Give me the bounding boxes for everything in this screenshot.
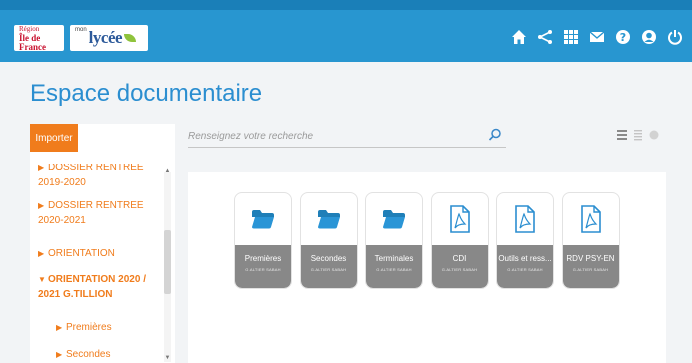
svg-text:?: ? <box>620 31 626 44</box>
grid-view-icon[interactable] <box>649 129 659 141</box>
document-name: Terminales <box>374 254 414 263</box>
search-icon[interactable] <box>488 128 502 142</box>
document-card-label: RDV PSY-EN G.ALTIER SABAH <box>562 245 619 288</box>
sidebar-scrollbar-thumb[interactable] <box>164 230 171 294</box>
document-author: G.ALTIER SABAH <box>245 267 281 272</box>
logos: Région Île de France mon lycée <box>14 25 148 51</box>
detail-view-icon[interactable] <box>633 129 643 141</box>
mail-icon[interactable] <box>588 26 606 48</box>
document-card[interactable]: RDV PSY-EN G.ALTIER SABAH <box>561 192 620 289</box>
search-input[interactable] <box>188 126 478 146</box>
folder-tree: ▶ DOSSIER RENTREE 2019-2020 ▶ DOSSIER RENT… <box>30 164 175 363</box>
scroll-up-icon[interactable]: ▲ <box>164 168 171 174</box>
leaf-icon <box>124 34 137 42</box>
tree-item-dossier-rentree-2020[interactable]: ▶ DOSSIER RENTREE 2020-2021 <box>38 198 158 228</box>
document-author: G.ALTIER SABAH <box>507 267 543 272</box>
document-author: G.ALTIER SABAH <box>310 267 347 272</box>
tree-item-dossier-rentree-2019[interactable]: ▶ DOSSIER RENTREE 2019-2020 <box>38 164 158 190</box>
document-name: Premières <box>244 254 282 263</box>
monlycee-logo-prefix: mon <box>75 27 87 33</box>
chevron-right-icon: ▶ <box>56 323 63 332</box>
chevron-right-icon: ▶ <box>56 350 63 359</box>
scroll-down-icon[interactable]: ▼ <box>164 355 171 361</box>
document-author: G.ALTIER SABAH <box>376 267 412 272</box>
document-name: Outils et ress... <box>498 254 552 263</box>
top-bar: Région Île de France mon lycée ? <box>0 0 692 62</box>
folder-icon <box>366 193 422 245</box>
chevron-down-icon: ▼ <box>38 275 46 284</box>
apps-grid-icon[interactable] <box>562 26 580 48</box>
document-card-label: CDI G.ALTIER SABAH <box>431 245 488 288</box>
document-card-label: Terminales G.ALTIER SABAH <box>366 245 422 288</box>
sidebar: Importer ▶ DOSSIER RENTREE 2019-2020 ▶ DOS… <box>30 124 175 363</box>
document-card-label: Premières G.ALTIER SABAH <box>235 245 291 288</box>
region-logo-line2: Île de France <box>19 32 46 52</box>
page-title: Espace documentaire <box>30 80 263 107</box>
document-author: G.ALTIER SABAH <box>441 267 478 272</box>
document-card[interactable]: Secondes G.ALTIER SABAH <box>299 192 358 289</box>
tree-item-label: DOSSIER RENTREE 2020-2021 <box>38 200 144 226</box>
document-author: G.ALTIER SABAH <box>572 267 609 272</box>
import-button[interactable]: Importer <box>30 124 78 152</box>
chevron-right-icon: ▶ <box>38 249 45 258</box>
tree-item-premieres[interactable]: ▶ Premières <box>56 320 175 335</box>
list-view-icon[interactable] <box>617 129 627 141</box>
pdf-file-icon <box>497 193 553 245</box>
tree-item-orientation-2020-2021[interactable]: ▼ ORIENTATION 2020 / 2021 G.TILLION <box>38 272 158 302</box>
share-icon[interactable] <box>536 26 554 48</box>
chevron-right-icon: ▶ <box>38 164 45 172</box>
tree-item-label: ORIENTATION 2020 / 2021 G.TILLION <box>38 274 146 300</box>
monlycee-logo-name: lycée <box>88 28 123 47</box>
tree-item-secondes[interactable]: ▶ Secondes <box>56 347 175 362</box>
document-name: RDV PSY-EN <box>566 254 615 263</box>
tree-item-orientation[interactable]: ▶ ORIENTATION <box>38 246 158 261</box>
view-mode-icons <box>617 129 659 141</box>
document-card[interactable]: Premières G.ALTIER SABAH <box>234 192 292 289</box>
document-name: CDI <box>452 254 467 263</box>
document-card-label: Secondes G.ALTIER SABAH <box>300 245 357 288</box>
search-bar <box>188 126 506 148</box>
document-card[interactable]: Outils et ress... G.ALTIER SABAH <box>496 192 554 289</box>
user-icon[interactable] <box>640 26 658 48</box>
header-icons: ? <box>510 26 684 48</box>
tree-item-label: Secondes <box>66 349 111 360</box>
tree-item-label: ORIENTATION <box>48 248 115 259</box>
home-icon[interactable] <box>510 26 528 48</box>
documents-panel: Premières G.ALTIER SABAH Secondes G.ALTIER … <box>188 172 666 363</box>
folder-icon <box>235 193 291 245</box>
document-name: Secondes <box>310 254 347 263</box>
monlycee-logo[interactable]: mon lycée <box>70 25 148 51</box>
tree-item-label: DOSSIER RENTREE 2019-2020 <box>38 164 144 188</box>
help-icon[interactable]: ? <box>614 26 632 48</box>
document-card[interactable]: CDI G.ALTIER SABAH <box>430 192 489 289</box>
document-card[interactable]: Terminales G.ALTIER SABAH <box>365 192 423 289</box>
app-window: Région Île de France mon lycée ? Espace … <box>0 0 692 363</box>
document-card-label: Outils et ress... G.ALTIER SABAH <box>497 245 553 288</box>
tree-item-label: Premières <box>66 322 112 333</box>
chevron-right-icon: ▶ <box>38 201 45 210</box>
region-logo[interactable]: Région Île de France <box>14 25 64 51</box>
folder-icon <box>301 193 357 245</box>
pdf-file-icon <box>563 193 619 245</box>
power-icon[interactable] <box>666 26 684 48</box>
pdf-file-icon <box>432 193 488 245</box>
